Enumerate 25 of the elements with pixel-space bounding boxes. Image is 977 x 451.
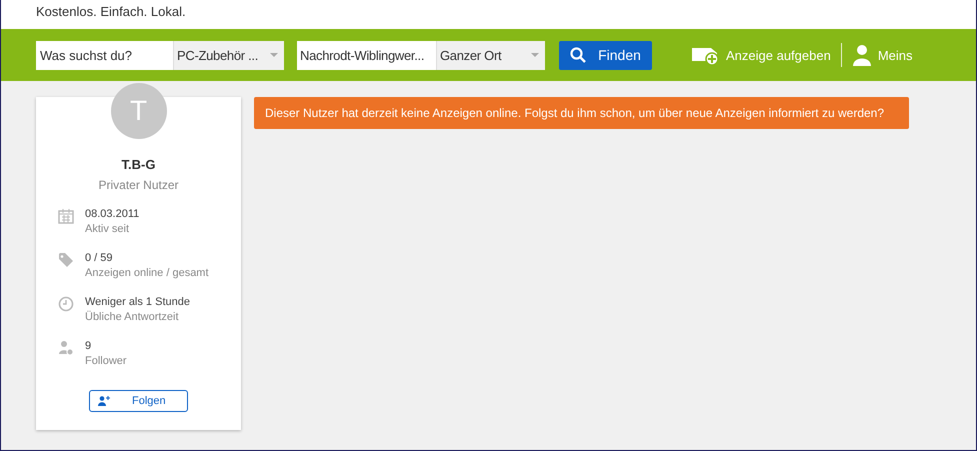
stat-label: Follower (85, 355, 127, 367)
notice-banner: Dieser Nutzer hat derzeit keine Anzeigen online. Folgst du ihm schon, um über neue Anzeigen informiert zu werden? (254, 97, 909, 129)
follower-icon (58, 340, 74, 356)
search-button[interactable]: Finden (559, 40, 652, 70)
stat-value: 0 / 59 (85, 252, 114, 264)
add-user-icon (98, 396, 110, 406)
calendar-icon (58, 208, 74, 224)
stat-label: Anzeigen online / gesamt (85, 267, 209, 279)
tagline: Kostenlos. Einfach. Lokal. (36, 4, 186, 21)
search-icon (570, 47, 586, 63)
category-dropdown[interactable]: PC-Zubehör ... (173, 40, 284, 70)
clock-icon (58, 296, 74, 312)
stat-label: Aktiv seit (85, 223, 130, 235)
stat-value: 08.03.2011 (85, 208, 140, 220)
user-icon (852, 44, 872, 66)
stat-label: Übliche Antwortzeit (85, 311, 180, 323)
tag-icon (58, 252, 74, 268)
radius-dropdown[interactable]: Ganzer Ort (436, 40, 545, 70)
user-type: Privater Nutzer (98, 178, 179, 192)
location-field[interactable]: Nachrodt-Wiblingwer... (297, 40, 436, 70)
follow-button[interactable]: Folgen (89, 390, 188, 412)
stat-value: 9 (85, 340, 92, 352)
search-field[interactable]: Was suchst du? (36, 40, 173, 70)
stat-value: Weniger als 1 Stunde (85, 296, 190, 308)
user-name: T.B-G (122, 157, 156, 172)
